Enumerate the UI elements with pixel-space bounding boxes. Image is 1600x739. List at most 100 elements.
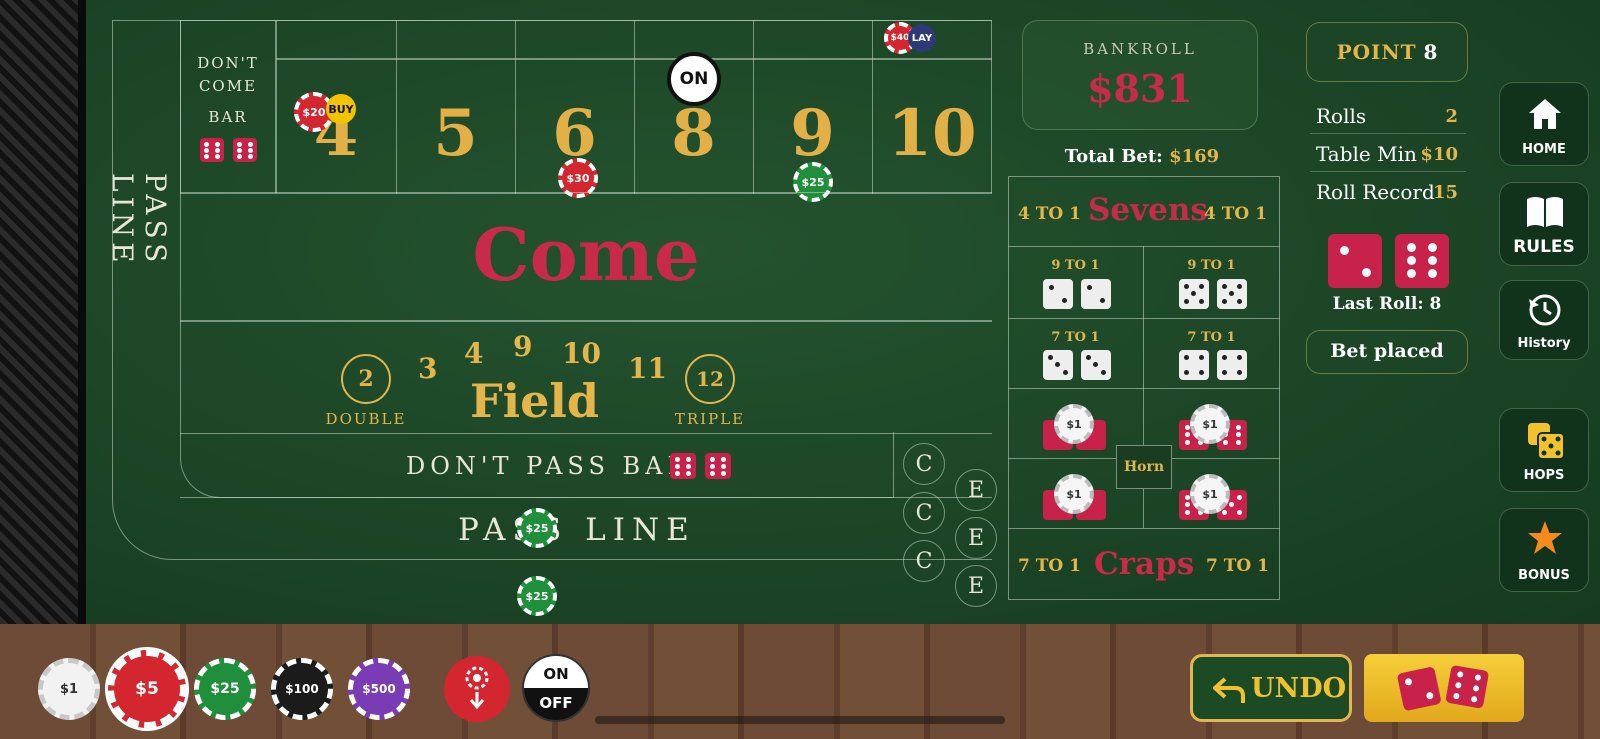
horn-chip[interactable]: $1 [1190,474,1230,514]
odds-chip[interactable]: $25 [517,576,557,616]
chip-down-icon [465,666,489,710]
place-8[interactable]: 8 [634,96,753,171]
field-4: 4 [464,337,484,370]
field-double-label: DOUBLE [325,410,407,428]
bankroll-label: BANKROLL [1083,40,1197,58]
field-10: 10 [562,337,601,370]
last-roll-dice [1328,234,1450,292]
hard-8-bet[interactable] [1179,350,1248,384]
sevens-bet[interactable]: Sevens [1088,192,1208,228]
table-min-row: Table Min $10 [1310,140,1466,172]
field-3: 3 [418,352,438,385]
bankroll-value: $831 [1087,66,1193,111]
roll-record-label: Roll Record [1316,180,1435,204]
any-craps-bet[interactable]: Craps [1094,546,1194,582]
horn-chip[interactable]: $1 [1054,474,1094,514]
field-9: 9 [513,330,533,363]
horn-chip[interactable]: $1 [1190,404,1230,444]
total-bet: Total Bet: $169 [1022,146,1262,167]
bonus-label: BONUS [1518,568,1570,583]
field-11: 11 [628,352,667,385]
home-button[interactable]: HOME [1499,82,1589,166]
pass-line-bet-area[interactable]: PASS LINE [458,512,696,548]
hops-label: HOPS [1523,468,1565,483]
e-bet-3[interactable]: E [955,565,997,607]
hard-4-bet[interactable] [1043,279,1112,313]
roll-record-value: 15 [1432,182,1458,203]
craps-odds-left: 7 TO 1 [1018,556,1081,576]
lay-tag: LAY [908,24,936,52]
pass-line-vertical-label[interactable]: PASS LINE [106,120,172,320]
dont-come-label-3: BAR [208,108,248,126]
hard-odds: 9 TO 1 [1187,258,1236,273]
home-icon [1529,99,1561,129]
craps-odds-right: 7 TO 1 [1206,556,1269,576]
dont-come-label-2: COME [198,77,258,95]
star-icon [1528,521,1562,554]
pass-line-chip[interactable]: $25 [517,508,557,548]
undo-button[interactable]: UNDO [1190,654,1352,722]
total-bet-label: Total Bet: [1064,146,1163,167]
c-bet-3[interactable]: C [903,540,945,582]
dont-come-dice-icon [200,138,258,166]
rolls-label: Rolls [1316,104,1367,128]
rolls-value: 2 [1445,106,1458,127]
table-min-label: Table Min [1316,142,1417,166]
field-triple-label: TRIPLE [674,410,746,428]
horn-chip[interactable]: $1 [1054,404,1094,444]
home-label: HOME [1522,142,1566,157]
roll-dice-button[interactable] [1364,654,1524,722]
field-bet-area[interactable]: Field [470,374,599,428]
bonus-button[interactable]: BONUS [1499,508,1589,592]
point-label: POINT [1336,40,1417,64]
history-label: History [1517,336,1571,351]
chip-5-selected[interactable]: $5 [108,650,186,728]
history-button[interactable]: History [1499,280,1589,360]
last-roll-label: Last Roll: 8 [1332,294,1442,314]
e-bet-1[interactable]: E [955,469,997,511]
come-bet-area[interactable]: Come [180,212,992,297]
horn-bet[interactable]: Horn [1116,445,1172,489]
undo-arrow-icon [1213,677,1245,703]
hard-6-bet[interactable] [1043,350,1112,384]
dont-come-label-1: DON'T [197,54,259,72]
status-message: Bet placed [1330,340,1444,362]
field-2: 2 [341,354,391,404]
history-icon [1529,294,1561,326]
hops-button[interactable]: HOPS [1499,408,1589,492]
dont-pass-dice-icon [670,453,732,483]
c-bet-2[interactable]: C [903,492,945,534]
rules-button[interactable]: RULES [1499,182,1589,266]
place-9[interactable]: 9 [753,96,872,171]
chip-25[interactable]: $25 [194,658,256,720]
rules-label: RULES [1513,237,1575,257]
c-bet-1[interactable]: C [903,443,945,485]
dice-roll-icon [1397,665,1489,711]
table-rail [0,0,86,624]
e-bet-2[interactable]: E [955,517,997,559]
point-value: 8 [1423,40,1438,64]
place-5[interactable]: 5 [396,96,515,171]
total-bet-value: $169 [1169,146,1220,167]
chip-500[interactable]: $500 [348,658,410,720]
home-indicator [595,716,1005,724]
buy-tag: BUY [326,94,356,124]
hard-odds: 9 TO 1 [1051,258,1100,273]
chip-100[interactable]: $100 [271,658,333,720]
sevens-odds-right: 4 TO 1 [1204,204,1267,224]
book-icon [1527,197,1563,227]
hard-odds: 7 TO 1 [1187,330,1236,345]
on-off-toggle[interactable]: ON OFF [522,654,590,722]
hard-10-bet[interactable] [1179,279,1248,313]
place-10[interactable]: 10 [872,96,992,171]
point-puck-on: ON [667,52,721,106]
chip-1[interactable]: $1 [38,658,100,720]
undo-label: UNDO [1251,673,1347,704]
dice-icon [1528,423,1565,460]
clear-bets-button[interactable] [444,656,510,722]
table-min-value: $10 [1420,144,1458,165]
field-12: 12 [685,354,735,404]
rolls-row: Rolls 2 [1310,102,1466,134]
craps-game-screen: PASS LINE DON'T COME BAR 4 5 6 8 9 10 ON… [0,0,1600,739]
dont-pass-bar[interactable]: DON'T PASS BAR [406,452,691,480]
